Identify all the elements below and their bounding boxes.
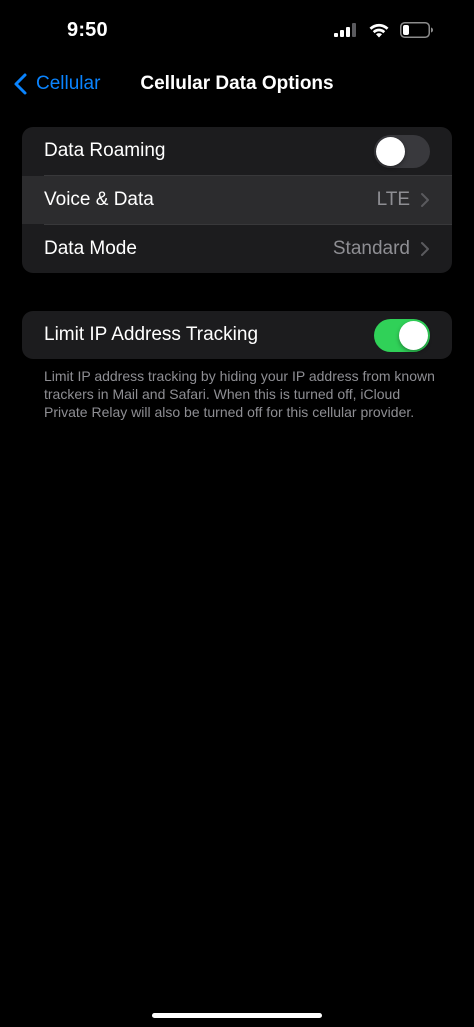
screen: 9:50 Cellular Cellular Data Options Data… [0, 0, 474, 1027]
home-indicator[interactable] [152, 1013, 322, 1018]
voice-data-label: Voice & Data [44, 189, 154, 210]
limit-ip-toggle[interactable] [374, 319, 430, 352]
row-data-mode[interactable]: Data Mode Standard [22, 225, 452, 273]
cellular-options-group: Data Roaming Voice & Data LTE Data Mode … [22, 127, 452, 273]
limit-ip-label: Limit IP Address Tracking [44, 324, 259, 345]
wifi-icon [368, 22, 390, 43]
status-time: 9:50 [67, 19, 108, 41]
row-limit-ip-tracking: Limit IP Address Tracking [22, 311, 452, 359]
chevron-right-icon [420, 241, 430, 257]
voice-data-value: LTE [376, 189, 410, 210]
data-mode-label: Data Mode [44, 238, 137, 259]
status-icons [334, 22, 434, 43]
nav-bar: Cellular Cellular Data Options [0, 64, 474, 104]
battery-low-icon [400, 22, 434, 43]
status-bar: 9:50 [0, 0, 474, 64]
toggle-knob [399, 321, 428, 350]
limit-ip-footnote: Limit IP address tracking by hiding your… [44, 368, 435, 420]
data-roaming-toggle[interactable] [374, 135, 430, 168]
page-title: Cellular Data Options [140, 73, 334, 94]
cellular-signal-icon [334, 23, 358, 42]
toggle-knob [376, 137, 405, 166]
data-mode-value: Standard [332, 238, 410, 259]
row-voice-data[interactable]: Voice & Data LTE [22, 176, 452, 224]
chevron-right-icon [420, 192, 430, 208]
row-data-roaming: Data Roaming [22, 127, 452, 175]
data-roaming-label: Data Roaming [44, 140, 166, 161]
privacy-group: Limit IP Address Tracking [22, 311, 452, 359]
